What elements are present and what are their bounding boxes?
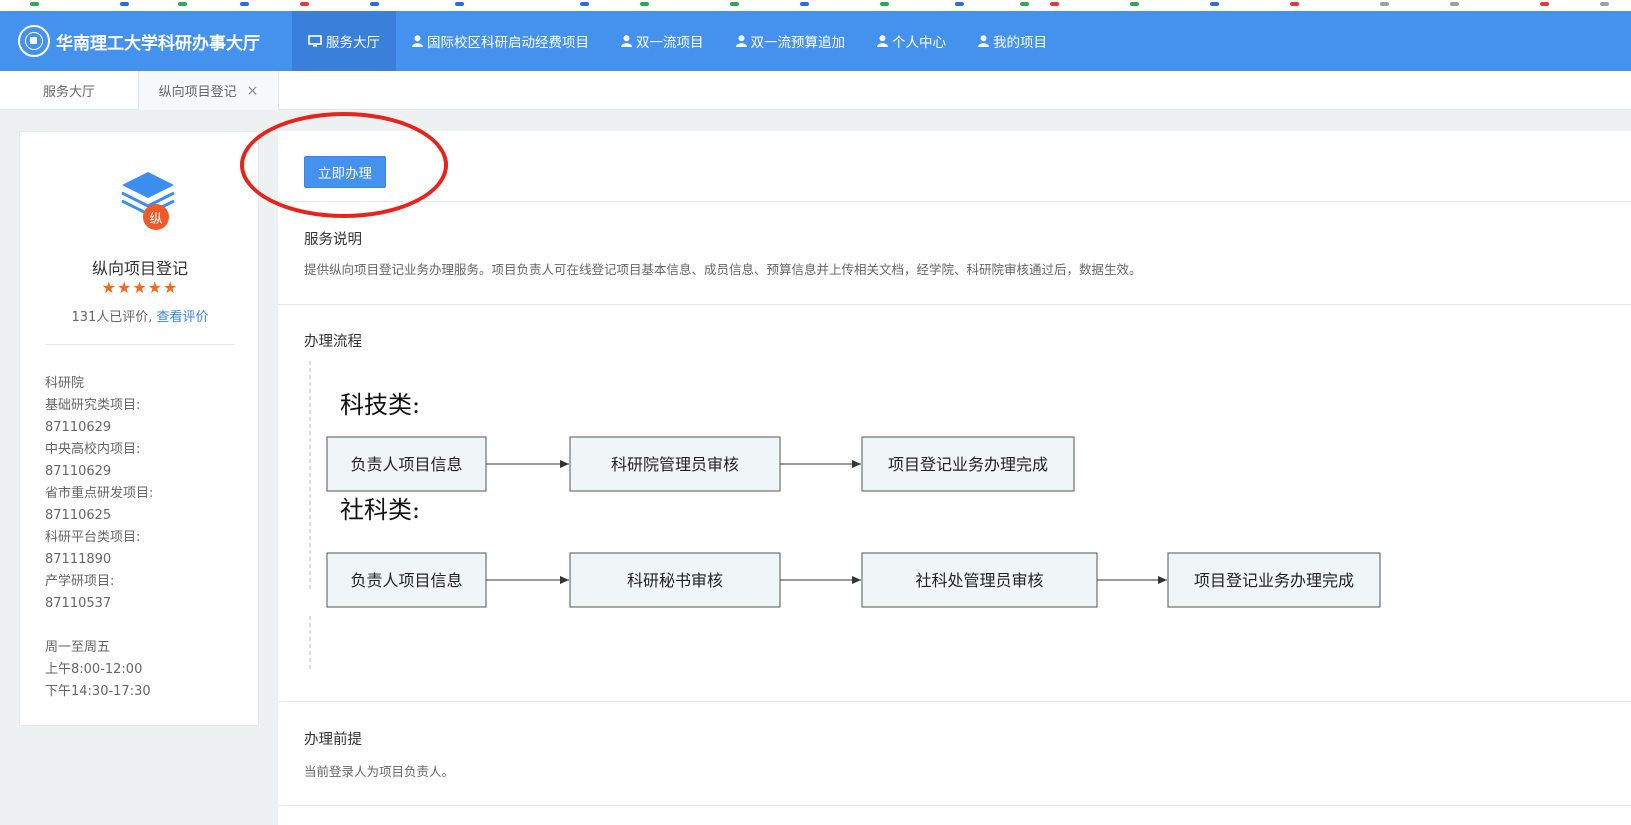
divider xyxy=(278,304,1631,305)
flow-step: 负责人项目信息 xyxy=(326,552,487,608)
contact-line: 87110629 xyxy=(45,420,112,435)
tab-label: 纵向项目登记 xyxy=(158,85,237,100)
flow-step-label: 科研院管理员审核 xyxy=(611,455,739,474)
user-icon xyxy=(621,35,632,47)
rating-count: 131人已评价, xyxy=(71,310,153,325)
contact-info: 科研院 基础研究类项目: 87110629 中央高校内项目: 87110629 … xyxy=(45,373,153,703)
contact-line: 省市重点研发项目: xyxy=(45,486,154,501)
top-navbar: 华南理工大学科研办事大厅 服务大厅 国际校区科研启动经费项目 双一流项目 双一流… xyxy=(0,11,1631,71)
nav-item-service-hall[interactable]: 服务大厅 xyxy=(292,11,396,71)
nav-item-personal-center[interactable]: 个人中心 xyxy=(861,11,962,71)
flow-step-label: 社科处管理员审核 xyxy=(915,571,1043,590)
service-info-card: 纵 纵向项目登记 ★★★★★ 131人已评价, 查看评价 科研院 基础研究类项目… xyxy=(19,131,259,726)
user-icon xyxy=(412,35,423,47)
service-detail-panel: 立即办理 服务说明 提供纵向项目登记业务办理服务。项目负责人可在线登记项目基本信… xyxy=(278,131,1631,825)
tab-service-hall[interactable]: 服务大厅 xyxy=(0,71,139,110)
user-icon xyxy=(978,35,989,47)
user-icon xyxy=(735,35,747,47)
contact-line: 87110625 xyxy=(45,508,112,523)
contact-line: 基础研究类项目: xyxy=(45,398,141,413)
flow-step: 科研院管理员审核 xyxy=(569,436,781,492)
flow-step-label: 项目登记业务办理完成 xyxy=(1194,571,1354,590)
brand-title: 华南理工大学科研办事大厅 xyxy=(56,33,260,54)
prerequisite-title: 办理前提 xyxy=(304,732,362,748)
divider xyxy=(278,201,1631,202)
monitor-icon xyxy=(308,35,322,47)
tab-vertical-project-registration[interactable]: 纵向项目登记 × xyxy=(139,71,279,110)
service-description-text: 提供纵向项目登记业务办理服务。项目负责人可在线登记项目基本信息、成员信息、预算信… xyxy=(304,262,1142,277)
nav-item-label: 国际校区科研启动经费项目 xyxy=(427,35,589,51)
contact-line: 87111890 xyxy=(45,552,112,567)
browser-bookmark-strip xyxy=(0,0,1631,11)
office-hours-line: 周一至周五 xyxy=(45,640,111,655)
nav-item-intl-campus-funding[interactable]: 国际校区科研启动经费项目 xyxy=(396,11,605,71)
tab-label: 服务大厅 xyxy=(42,85,95,100)
user-icon xyxy=(877,35,888,47)
flow-step: 项目登记业务办理完成 xyxy=(861,436,1075,492)
category-badge: 纵 xyxy=(143,204,169,230)
close-icon[interactable]: × xyxy=(247,83,259,99)
flow-step-label: 项目登记业务办理完成 xyxy=(888,455,1048,474)
nav-item-label: 我的项目 xyxy=(993,35,1047,51)
process-flow-diagram: 科技类: 负责人项目信息 科研院管理员审核 项目登记业务办理完成 社科类: 负责… xyxy=(309,361,1381,671)
contact-line: 87110537 xyxy=(45,596,112,611)
university-logo-icon xyxy=(18,25,50,57)
nav-item-my-projects[interactable]: 我的项目 xyxy=(962,11,1063,71)
flow-heading-tech: 科技类: xyxy=(340,391,420,419)
nav-item-label: 双一流预算追加 xyxy=(750,35,846,51)
prerequisite-text: 当前登录人为项目负责人。 xyxy=(304,764,455,779)
flow-step: 负责人项目信息 xyxy=(326,436,487,492)
flow-step: 科研秘书审核 xyxy=(569,552,781,608)
contact-line: 87110629 xyxy=(45,464,112,479)
contact-line: 产学研项目: xyxy=(45,574,115,589)
apply-now-button[interactable]: 立即办理 xyxy=(304,156,386,188)
contact-line: 科研平台类项目: xyxy=(45,530,141,545)
office-hours-line: 下午14:30-17:30 xyxy=(45,684,151,699)
brand[interactable]: 华南理工大学科研办事大厅 xyxy=(0,11,292,71)
nav-item-label: 双一流项目 xyxy=(636,35,704,51)
flow-step-label: 科研秘书审核 xyxy=(627,571,723,590)
divider xyxy=(278,805,1631,806)
contact-line: 科研院 xyxy=(45,376,85,391)
rating-stars: ★★★★★ xyxy=(101,278,179,297)
tab-bar: 服务大厅 纵向项目登记 × xyxy=(0,71,1631,110)
flow-step: 项目登记业务办理完成 xyxy=(1167,552,1381,608)
divider xyxy=(45,344,235,345)
nav-item-double-first-class[interactable]: 双一流项目 xyxy=(605,11,720,71)
nav-item-label: 个人中心 xyxy=(892,35,946,51)
flow-step-label: 负责人项目信息 xyxy=(350,571,462,590)
nav-item-budget-addition[interactable]: 双一流预算追加 xyxy=(720,11,862,71)
flow-heading-social: 社科类: xyxy=(340,496,420,524)
service-name: 纵向项目登记 xyxy=(91,259,188,278)
view-reviews-link[interactable]: 查看评价 xyxy=(157,310,209,325)
rating-summary: 131人已评价, 查看评价 xyxy=(20,306,260,325)
flow-step: 社科处管理员审核 xyxy=(861,552,1098,608)
contact-line: 中央高校内项目: xyxy=(45,442,141,457)
flow-step-label: 负责人项目信息 xyxy=(350,455,462,474)
nav-item-label: 服务大厅 xyxy=(326,35,380,51)
divider xyxy=(278,701,1631,702)
process-title: 办理流程 xyxy=(304,334,362,350)
service-description-title: 服务说明 xyxy=(304,232,362,248)
office-hours-line: 上午8:00-12:00 xyxy=(45,662,143,677)
